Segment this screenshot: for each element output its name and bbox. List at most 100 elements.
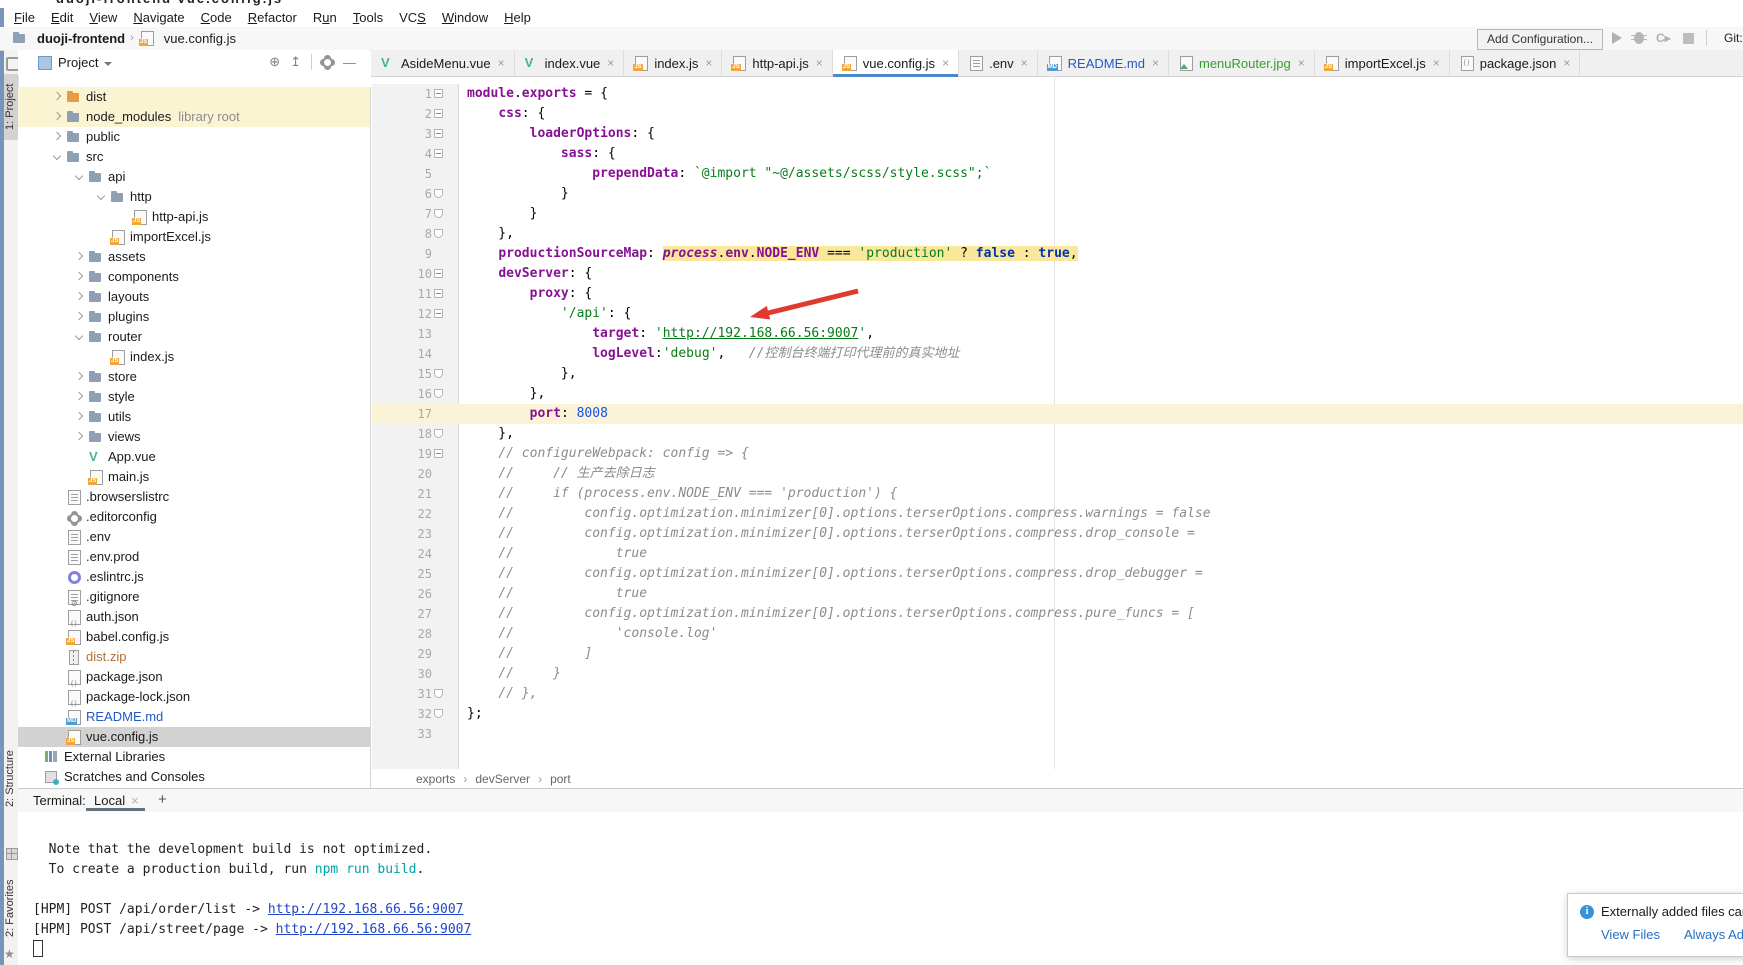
fold-marker[interactable] [434, 389, 443, 398]
editor-tab-index-js[interactable]: JSindex.js× [624, 50, 722, 76]
add-configuration-button[interactable]: Add Configuration... [1477, 29, 1603, 50]
collapse-all-icon[interactable]: ↥ [290, 54, 301, 70]
menu-item-window[interactable]: Window [434, 9, 496, 26]
tree-item-http[interactable]: http [18, 187, 370, 207]
tree-item-public[interactable]: public [18, 127, 370, 147]
chevron-right-icon[interactable] [72, 409, 88, 425]
tree-item-env-prod[interactable]: .env.prod [18, 547, 370, 567]
tree-item-auth-json[interactable]: auth.json [18, 607, 370, 627]
tab-close-icon[interactable]: × [607, 56, 614, 70]
menu-item-vcs[interactable]: VCS [391, 9, 434, 26]
tab-close-icon[interactable]: × [942, 56, 949, 70]
tree-item-external-libraries[interactable]: External Libraries [18, 747, 370, 767]
menu-item-navigate[interactable]: Navigate [125, 9, 192, 26]
breadcrumb-item-port[interactable]: port [550, 772, 571, 786]
chevron-down-icon[interactable] [104, 62, 112, 66]
tab-close-icon[interactable]: × [705, 56, 712, 70]
tree-item-utils[interactable]: utils [18, 407, 370, 427]
new-terminal-icon[interactable]: + [158, 791, 167, 808]
fold-marker[interactable] [434, 129, 443, 138]
menu-item-tools[interactable]: Tools [345, 9, 391, 26]
tool-window-tab-project[interactable]: 1: Project [4, 74, 18, 140]
editor-tab-index-vue[interactable]: Vindex.vue× [515, 50, 625, 76]
notification-action-view-files[interactable]: View Files [1601, 927, 1660, 942]
tab-close-icon[interactable]: × [1152, 56, 1159, 70]
menu-item-edit[interactable]: Edit [43, 9, 81, 26]
terminal-output[interactable]: Note that the development build is not o… [18, 812, 1743, 965]
menu-item-code[interactable]: Code [193, 9, 240, 26]
close-icon[interactable]: × [131, 793, 139, 808]
chevron-right-icon[interactable] [72, 369, 88, 385]
tree-item-env[interactable]: .env [18, 527, 370, 547]
tree-item-editorconfig[interactable]: .editorconfig [18, 507, 370, 527]
tree-item-index-js[interactable]: JSindex.js [18, 347, 370, 367]
fold-marker[interactable] [434, 689, 443, 698]
tree-item-dist[interactable]: dist [18, 87, 370, 107]
tab-close-icon[interactable]: × [1433, 56, 1440, 70]
tree-item-plugins[interactable]: plugins [18, 307, 370, 327]
editor-tab-env[interactable]: .env× [959, 50, 1038, 76]
tab-close-icon[interactable]: × [816, 56, 823, 70]
tree-item-package-json[interactable]: package.json [18, 667, 370, 687]
chevron-right-icon[interactable] [50, 129, 66, 145]
terminal-link[interactable]: http://192.168.66.56:9007 [276, 922, 472, 937]
tree-item-eslintrc-js[interactable]: .eslintrc.js [18, 567, 370, 587]
fold-marker[interactable] [434, 189, 443, 198]
chevron-right-icon[interactable] [72, 429, 88, 445]
fold-marker[interactable] [434, 449, 443, 458]
tree-item-assets[interactable]: assets [18, 247, 370, 267]
tree-item-components[interactable]: components [18, 267, 370, 287]
code-editor[interactable]: 1module.exports = {2 css: {3 loaderOptio… [372, 84, 1743, 744]
editor-tab-vue-config-js[interactable]: JSvue.config.js× [833, 50, 959, 76]
git-label[interactable]: Git: [1724, 31, 1743, 45]
tree-item-node-modules[interactable]: node_moduleslibrary root [18, 107, 370, 127]
tab-close-icon[interactable]: × [1563, 56, 1570, 70]
star-icon[interactable]: ★ [4, 947, 15, 961]
debug-icon[interactable] [1634, 32, 1644, 44]
grid-icon[interactable] [6, 848, 18, 860]
tree-item-browserslistrc[interactable]: .browserslistrc [18, 487, 370, 507]
tree-item-gitignore[interactable]: .gitignore [18, 587, 370, 607]
tree-item-router[interactable]: router [18, 327, 370, 347]
tab-close-icon[interactable]: × [498, 56, 505, 70]
chevron-right-icon[interactable] [50, 89, 66, 105]
tree-item-scratches-and-consoles[interactable]: Scratches and Consoles [18, 767, 370, 787]
editor-tab-http-api-js[interactable]: JShttp-api.js× [722, 50, 832, 76]
menu-item-refactor[interactable]: Refactor [240, 9, 305, 26]
tree-item-store[interactable]: store [18, 367, 370, 387]
tree-item-babel-config-js[interactable]: JSbabel.config.js [18, 627, 370, 647]
fold-marker[interactable] [434, 289, 443, 298]
breadcrumb-item-exports[interactable]: exports [416, 772, 455, 786]
fold-marker[interactable] [434, 149, 443, 158]
fold-marker[interactable] [434, 89, 443, 98]
chevron-down-icon[interactable] [94, 189, 110, 205]
fold-marker[interactable] [434, 229, 443, 238]
tool-window-tab-favorites[interactable]: 2: Favorites [4, 866, 18, 950]
fold-marker[interactable] [434, 429, 443, 438]
chevron-right-icon[interactable] [72, 289, 88, 305]
fold-marker[interactable] [434, 269, 443, 278]
tree-item-views[interactable]: views [18, 427, 370, 447]
project-panel-title[interactable]: Project [58, 55, 98, 70]
fold-marker[interactable] [434, 369, 443, 378]
menu-item-help[interactable]: Help [496, 9, 539, 26]
chevron-down-icon[interactable] [72, 169, 88, 185]
coverage-icon[interactable]: C▸ [1656, 31, 1671, 45]
terminal-tab-local[interactable]: Local× [86, 789, 145, 811]
tree-item-layouts[interactable]: layouts [18, 287, 370, 307]
hide-panel-icon[interactable]: — [343, 55, 356, 70]
locate-file-icon[interactable]: ⊕ [269, 54, 280, 70]
tab-close-icon[interactable]: × [1021, 56, 1028, 70]
tree-item-readme-md[interactable]: MDREADME.md [18, 707, 370, 727]
tree-item-vue-config-js[interactable]: JSvue.config.js [18, 727, 370, 747]
tree-item-api[interactable]: api [18, 167, 370, 187]
breadcrumb-project[interactable]: duoji-frontend [37, 31, 125, 46]
terminal-cursor[interactable] [33, 940, 43, 957]
gear-icon[interactable] [322, 57, 333, 68]
tab-close-icon[interactable]: × [1298, 56, 1305, 70]
tree-item-main-js[interactable]: JSmain.js [18, 467, 370, 487]
tree-item-app-vue[interactable]: VApp.vue [18, 447, 370, 467]
breadcrumb-item-devserver[interactable]: devServer [475, 772, 530, 786]
editor-tab-package-json[interactable]: package.json× [1450, 50, 1581, 76]
tree-item-http-api-js[interactable]: JShttp-api.js [18, 207, 370, 227]
